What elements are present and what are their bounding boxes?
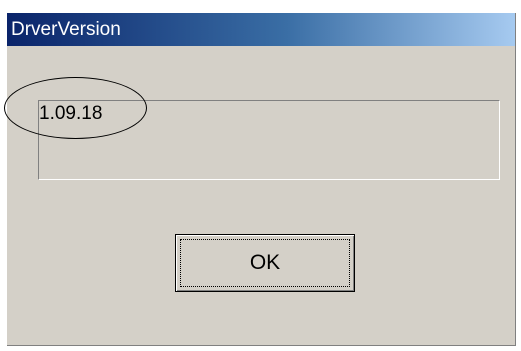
version-box-inner (39, 101, 499, 179)
window-title: DrverVersion (11, 19, 121, 40)
ok-button[interactable]: OK (175, 234, 355, 292)
ok-button-label: OK (249, 251, 281, 274)
driver-version-dialog: DrverVersion 1.09.18 OK (7, 13, 516, 346)
version-display-box: 1.09.18 (38, 100, 500, 180)
title-bar[interactable]: DrverVersion (7, 13, 515, 46)
version-value: 1.09.18 (39, 103, 103, 124)
